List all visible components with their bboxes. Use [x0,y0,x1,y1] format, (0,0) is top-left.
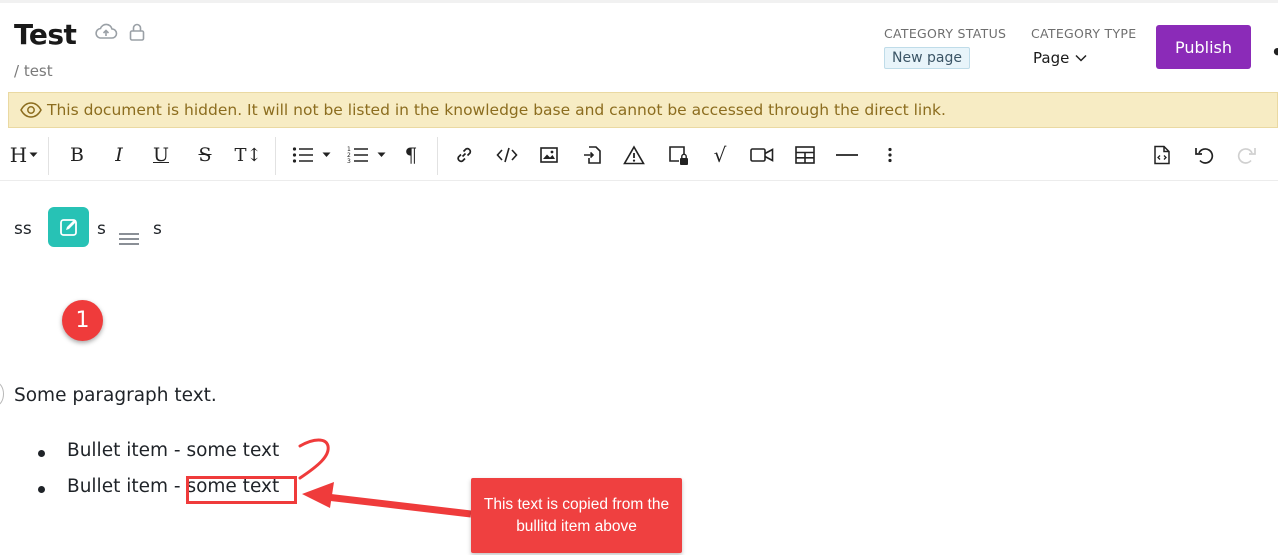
annotation-callout: This text is copied from the bullitd ite… [471,478,682,553]
annotation-arrows [298,438,472,518]
